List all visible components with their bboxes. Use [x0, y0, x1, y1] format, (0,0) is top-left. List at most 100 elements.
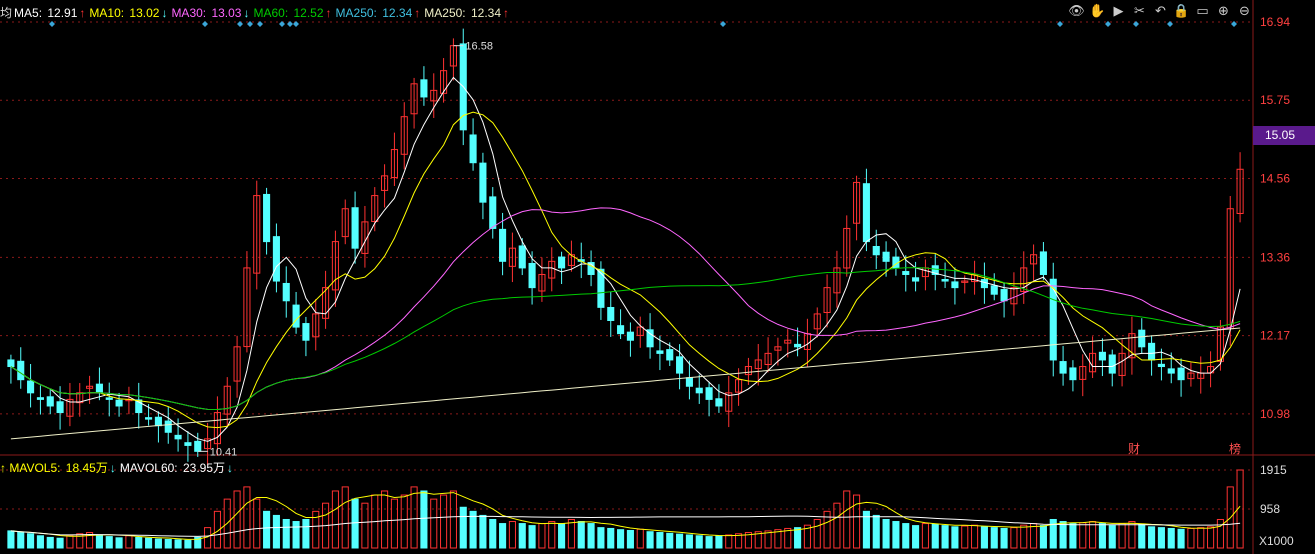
- volume-bar: [400, 494, 408, 549]
- volume-bar: [430, 498, 438, 549]
- candle-body: [705, 387, 713, 400]
- volume-bar: [66, 535, 74, 549]
- candle-body: [499, 228, 507, 262]
- legend-value: 12.91: [47, 6, 78, 20]
- zoom-out-icon[interactable]: ⊖: [1236, 3, 1253, 20]
- volume-bar: [813, 518, 821, 549]
- candle-body: [479, 162, 487, 203]
- legend-label: MA250:: [424, 6, 469, 20]
- volume-bar: [872, 514, 880, 549]
- volume-bar: [705, 536, 713, 549]
- volume-bar: [390, 498, 398, 549]
- volume-bar: [105, 536, 113, 549]
- volume-bar: [843, 490, 851, 549]
- minimize-icon[interactable]: ▭: [1194, 3, 1211, 20]
- legend-arrow: ↑: [414, 6, 421, 20]
- candle-body: [145, 417, 153, 420]
- event-marker-icon: [1167, 21, 1173, 27]
- volume-bar: [980, 526, 988, 549]
- volume-bar: [548, 521, 556, 549]
- volume-unit-label: X1000: [1259, 534, 1294, 548]
- volume-bar: [1207, 526, 1215, 549]
- volume-bar: [233, 490, 241, 549]
- volume-bar: [420, 490, 428, 549]
- legend-value: 18.45万: [65, 461, 108, 475]
- candle-body: [272, 236, 280, 282]
- volume-bar: [1138, 523, 1146, 549]
- chart-toolbar: 👁 ✋ ▶ ✂ ↶ 🔒 ▭ ⊕ ⊖: [1068, 3, 1253, 20]
- candle-body: [115, 399, 123, 407]
- volume-bar: [154, 538, 162, 549]
- ma5-line: [10, 76, 1241, 442]
- volume-bar: [381, 490, 389, 549]
- volume-bar: [567, 518, 575, 549]
- volume-bar: [626, 529, 634, 549]
- volume-bar: [1030, 523, 1038, 549]
- volume-bar: [882, 518, 890, 549]
- zoom-in-icon[interactable]: ⊕: [1215, 3, 1232, 20]
- event-marker-icon: [237, 21, 243, 27]
- volume-bar: [912, 525, 920, 549]
- finance-marker[interactable]: 财: [1128, 440, 1140, 457]
- candle-body: [980, 279, 988, 289]
- legend-value: 13.02: [129, 6, 160, 20]
- volume-bar: [951, 526, 959, 549]
- volume-bar: [361, 502, 369, 549]
- legend-arrow: ↓: [161, 6, 168, 20]
- event-marker-icon: [287, 21, 293, 27]
- volume-bar: [833, 502, 841, 549]
- volume-bar: [1039, 525, 1047, 549]
- volume-bar: [272, 514, 280, 549]
- candle-body: [56, 401, 64, 414]
- volume-bar: [263, 510, 271, 549]
- ranking-marker[interactable]: 榜: [1229, 440, 1241, 457]
- volume-bar: [971, 524, 979, 549]
- candle-body: [184, 442, 192, 446]
- candle-body: [105, 397, 113, 400]
- legend-item: MA250: 12.34 ↑: [336, 6, 423, 20]
- event-marker-icon: [202, 21, 208, 27]
- event-marker-icon: [1133, 21, 1139, 27]
- play-icon[interactable]: ▶: [1110, 3, 1127, 20]
- candle-body: [715, 398, 723, 407]
- candle-body: [1059, 361, 1067, 374]
- hand-icon[interactable]: ✋: [1089, 3, 1106, 20]
- price-tick-label: 12.17: [1260, 329, 1290, 343]
- volume-bar: [656, 532, 664, 549]
- volume-bar: [990, 527, 998, 549]
- candle-body: [528, 262, 536, 289]
- volume-bar: [341, 486, 349, 549]
- eye-icon[interactable]: 👁: [1068, 3, 1085, 20]
- scissors-icon[interactable]: ✂: [1131, 3, 1148, 20]
- event-marker-icon: [293, 21, 299, 27]
- volume-bar: [135, 536, 143, 549]
- volume-bar: [902, 523, 910, 549]
- volume-bar: [27, 533, 35, 549]
- volume-bar: [784, 527, 792, 549]
- price-tick-label: 15.75: [1260, 93, 1290, 107]
- legend-arrow: ↓: [109, 461, 116, 475]
- candle-body: [1000, 289, 1008, 302]
- volume-bar: [282, 518, 290, 549]
- candle-body: [1069, 367, 1077, 381]
- candle-body: [302, 323, 310, 341]
- price-tick-label: 13.36: [1260, 250, 1290, 264]
- legend-item: MA250: 12.34 ↑: [424, 6, 511, 20]
- volume-bar: [508, 521, 516, 549]
- candle-body: [420, 79, 428, 98]
- volume-bar: [331, 490, 339, 549]
- volume-bar: [164, 538, 172, 549]
- volume-bar: [597, 527, 605, 549]
- undo-icon[interactable]: ↶: [1152, 3, 1169, 20]
- volume-bar: [685, 534, 693, 549]
- candle-body: [794, 343, 802, 348]
- candle-body: [558, 256, 566, 269]
- volume-bar: [715, 535, 723, 549]
- lock-icon[interactable]: 🔒: [1173, 3, 1190, 20]
- legend-label: MA30:: [171, 6, 210, 20]
- volume-bar: [292, 521, 300, 549]
- volume-bar: [46, 536, 54, 549]
- candle-body: [194, 440, 202, 452]
- legend-value: 12.34: [382, 6, 413, 20]
- legend-label: MA10:: [89, 6, 128, 20]
